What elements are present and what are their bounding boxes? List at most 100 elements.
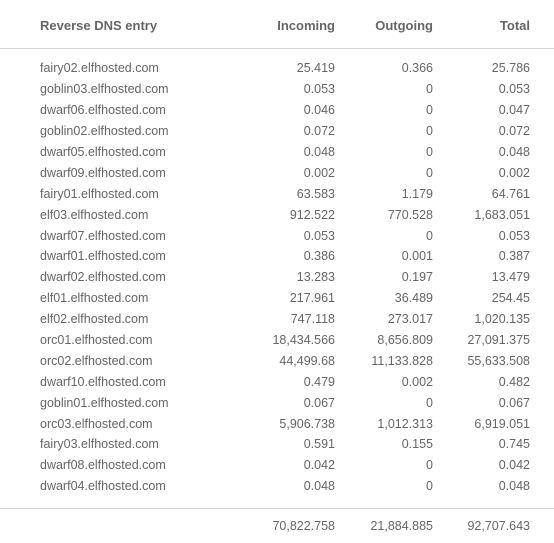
row-hostname: orc02.elfhosted.com	[40, 353, 153, 368]
row-total: 6,919.051	[474, 416, 530, 431]
row-total: 0.745	[498, 437, 530, 452]
row-total: 254.45	[491, 291, 530, 306]
row-hostname: goblin03.elfhosted.com	[40, 82, 169, 97]
table-row: elf01.elfhosted.com 217.961 36.489 254.45	[0, 288, 554, 309]
row-incoming: 0.591	[303, 437, 335, 452]
table-row: elf03.elfhosted.com 912.522 770.528 1,683.0…	[0, 204, 554, 225]
row-hostname: fairy01.elfhosted.com	[40, 186, 159, 201]
table-row: goblin01.elfhosted.com 0.067 0 0.067	[0, 392, 554, 413]
row-total: 0.048	[498, 479, 530, 494]
table-row: fairy01.elfhosted.com 63.583 1.179 64.761	[0, 183, 554, 204]
row-hostname: dwarf02.elfhosted.com	[40, 270, 166, 285]
row-hostname: dwarf09.elfhosted.com	[40, 165, 166, 180]
row-hostname: goblin01.elfhosted.com	[40, 395, 169, 410]
table-row: dwarf09.elfhosted.com 0.002 0 0.002	[0, 162, 554, 183]
row-outgoing: 0	[426, 103, 433, 118]
table-row: dwarf08.elfhosted.com 0.042 0 0.042	[0, 455, 554, 476]
column-header-total[interactable]: Total	[433, 16, 530, 33]
row-incoming: 13.283	[296, 270, 335, 285]
table-row: goblin03.elfhosted.com 0.053 0 0.053	[0, 79, 554, 100]
row-outgoing: 0.155	[401, 437, 433, 452]
row-outgoing: 0	[426, 124, 433, 139]
row-outgoing: 0	[426, 145, 433, 159]
row-incoming: 0.072	[303, 124, 335, 139]
row-incoming: 912.522	[289, 207, 335, 222]
row-total: 0.047	[498, 103, 530, 118]
row-outgoing: 0	[426, 395, 433, 410]
row-incoming: 25.419	[296, 61, 335, 76]
row-total: 1,020.135	[474, 312, 530, 327]
row-hostname: dwarf01.elfhosted.com	[40, 249, 166, 264]
row-total: 0.067	[498, 395, 530, 410]
row-total: 25.786	[491, 61, 530, 76]
row-incoming: 217.961	[289, 291, 335, 306]
row-total: 0.387	[498, 249, 530, 264]
row-total: 0.482	[498, 374, 530, 389]
row-incoming: 0.053	[303, 82, 335, 97]
row-outgoing: 0.002	[401, 374, 433, 389]
row-hostname: dwarf06.elfhosted.com	[40, 103, 166, 118]
row-incoming: 0.046	[303, 103, 335, 118]
row-hostname: elf01.elfhosted.com	[40, 291, 149, 306]
row-outgoing: 1.179	[401, 186, 433, 201]
row-incoming: 44,499.68	[279, 353, 335, 368]
row-outgoing: 273.017	[387, 312, 433, 327]
row-outgoing: 0	[426, 479, 433, 494]
row-total: 1,683.051	[474, 207, 530, 222]
totals-outgoing: 21,884.885	[370, 519, 433, 533]
row-total: 64.761	[491, 186, 530, 201]
table-row: elf02.elfhosted.com 747.118 273.017 1,020.1…	[0, 309, 554, 330]
row-hostname: dwarf04.elfhosted.com	[40, 479, 166, 494]
table-row: dwarf04.elfhosted.com 0.048 0 0.048	[0, 476, 554, 497]
row-outgoing: 36.489	[394, 291, 433, 306]
row-outgoing: 0	[426, 82, 433, 97]
row-total: 0.042	[498, 458, 530, 473]
totals-total: 92,707.643	[467, 519, 530, 533]
table-row: dwarf10.elfhosted.com 0.479 0.002 0.482	[0, 371, 554, 392]
row-outgoing: 770.528	[387, 207, 433, 222]
row-incoming: 0.067	[303, 395, 335, 410]
row-hostname: goblin02.elfhosted.com	[40, 124, 169, 139]
table-row: goblin02.elfhosted.com 0.072 0 0.072	[0, 121, 554, 142]
row-total: 27,091.375	[467, 333, 530, 348]
row-hostname: orc01.elfhosted.com	[40, 333, 153, 348]
row-incoming: 0.048	[303, 479, 335, 494]
row-incoming: 747.118	[290, 312, 335, 327]
row-incoming: 0.048	[303, 145, 335, 159]
table-body: fairy02.elfhosted.com 25.419 0.366 25.786 go…	[0, 49, 554, 497]
column-header-reverse-dns[interactable]: Reverse DNS entry	[0, 16, 228, 33]
table-row: fairy02.elfhosted.com 25.419 0.366 25.786	[0, 58, 554, 79]
row-incoming: 5,906.738	[279, 416, 335, 431]
row-total: 13.479	[491, 270, 530, 285]
row-hostname: fairy03.elfhosted.com	[40, 437, 159, 452]
row-incoming: 0.042	[303, 458, 335, 473]
table-row: dwarf07.elfhosted.com 0.053 0 0.053	[0, 225, 554, 246]
row-hostname: orc03.elfhosted.com	[40, 416, 153, 431]
column-header-incoming[interactable]: Incoming	[228, 16, 335, 33]
row-total: 0.072	[498, 124, 530, 139]
row-hostname: dwarf10.elfhosted.com	[40, 374, 166, 389]
row-hostname: dwarf07.elfhosted.com	[40, 228, 166, 243]
row-outgoing: 11,133.828	[371, 353, 433, 368]
column-header-outgoing[interactable]: Outgoing	[335, 16, 433, 33]
row-incoming: 63.583	[296, 186, 335, 201]
row-total: 55,633.508	[467, 353, 530, 368]
totals-incoming: 70,822.758	[272, 519, 335, 533]
table-row: dwarf01.elfhosted.com 0.386 0.001 0.387	[0, 246, 554, 267]
table-row: orc02.elfhosted.com 44,499.68 11,133.828 55…	[0, 350, 554, 371]
table-row: dwarf05.elfhosted.com 0.048 0 0.048	[0, 142, 554, 163]
table-row: dwarf06.elfhosted.com 0.046 0 0.047	[0, 100, 554, 121]
row-hostname: elf02.elfhosted.com	[40, 312, 149, 327]
row-hostname: fairy02.elfhosted.com	[40, 61, 159, 76]
row-hostname: elf03.elfhosted.com	[40, 207, 149, 222]
dns-traffic-table: Reverse DNS entry Incoming Outgoing Tota…	[0, 0, 554, 497]
row-total: 0.002	[498, 165, 530, 180]
table-row: orc03.elfhosted.com 5,906.738 1,012.313 6,9…	[0, 413, 554, 434]
table-row: fairy03.elfhosted.com 0.591 0.155 0.745	[0, 434, 554, 455]
row-outgoing: 0.366	[401, 61, 433, 76]
row-total: 0.048	[498, 145, 530, 159]
row-incoming: 18,434.566	[272, 333, 335, 348]
row-outgoing: 1,012.313	[377, 416, 433, 431]
table-row: orc01.elfhosted.com 18,434.566 8,656.809 27…	[0, 330, 554, 351]
row-outgoing: 8,656.809	[377, 333, 433, 348]
